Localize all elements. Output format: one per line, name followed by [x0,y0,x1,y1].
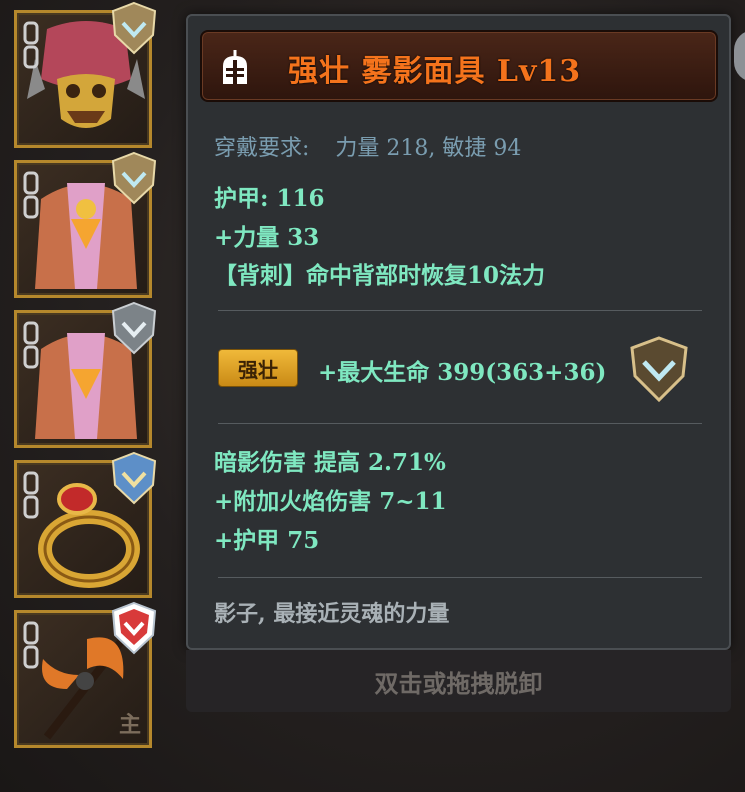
divider [218,423,702,424]
divider [218,577,702,578]
chain-lock-icon [23,621,39,669]
silver-shield-icon [111,151,157,205]
main-hand-tag: 主 [118,712,141,738]
red-shield-icon [111,601,157,655]
chain-lock-icon [23,471,39,519]
chain-lock-icon [23,21,39,69]
requirement-row: 穿戴要求: 力量 218, 敏捷 94 [214,130,521,162]
armor-slot-2[interactable] [14,301,157,448]
base-stat-armor: 护甲: 116 [214,185,325,212]
side-toggle-button[interactable] [734,30,745,82]
ring-slot[interactable] [14,451,157,598]
item-title-bar: 强壮 雾影面具 Lv13 [200,30,718,102]
extra-stat-shadow: 暗影伤害 提高 2.71% [214,449,446,476]
divider [218,310,702,311]
flavor-text: 影子, 最接近灵魂的力量 [214,601,450,627]
armor-slot[interactable] [14,151,157,298]
item-tooltip: 强壮 雾影面具 Lv13 穿戴要求: 力量 218, 敏捷 94 护甲: 116 … [186,14,731,650]
extra-stat-fire: +附加火焰伤害 7~11 [214,488,447,515]
requirement-value: 力量 218, 敏捷 94 [335,136,522,161]
weapon-slot[interactable]: 主 [14,601,157,748]
chain-lock-icon [23,171,39,219]
blue-shield-icon [111,451,157,505]
gem-stat: +最大生命 399(363+36) [318,359,607,386]
silver-shield-icon [111,1,157,55]
item-title: 强壮 雾影面具 Lv13 [288,54,582,89]
requirement-label: 穿戴要求: [214,136,310,161]
chain-lock-icon [23,321,39,369]
unequip-hint-bar[interactable]: 双击或拖拽脱卸 [186,650,731,712]
base-stat-strength: +力量 33 [214,224,320,251]
base-stat-backstab: 【背刺】命中背部时恢复10法力 [214,262,546,289]
gray-shield-icon [111,301,157,355]
unequip-hint: 双击或拖拽脱卸 [374,668,543,698]
gem-shield-icon [630,336,688,402]
helmet-slot[interactable] [14,1,157,148]
extra-stat-armor: +护甲 75 [214,527,320,554]
helmet-icon [223,50,247,84]
gem-tag-badge: 强壮 [218,349,298,387]
